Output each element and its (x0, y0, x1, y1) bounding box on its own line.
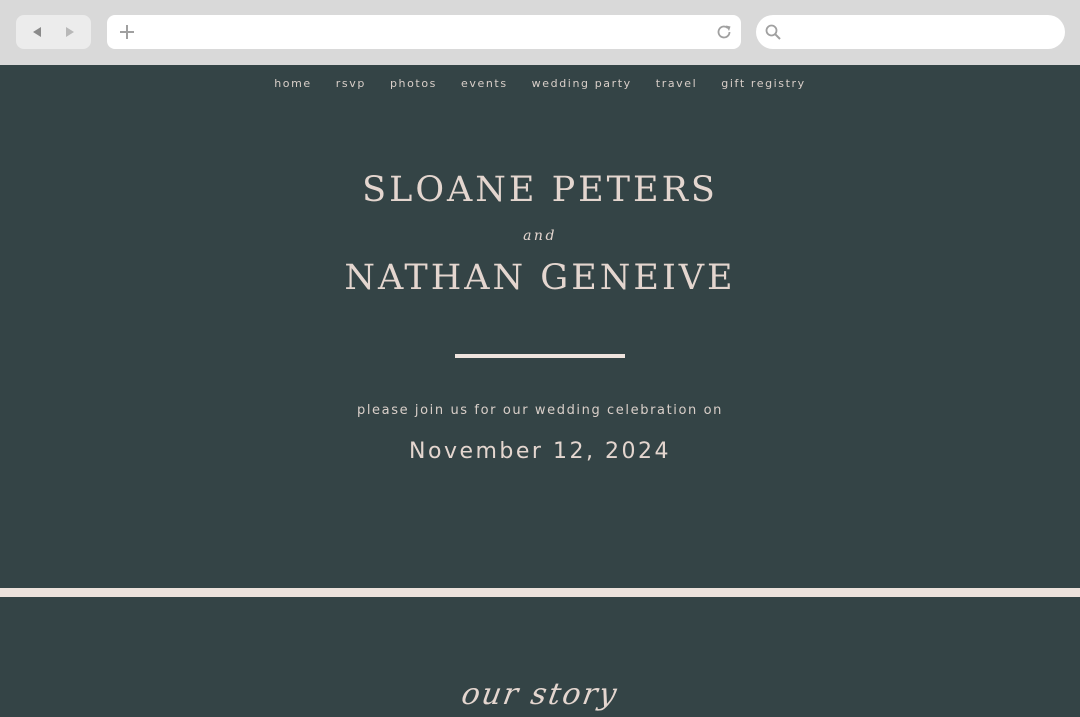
partner-one-name: SLOANE PETERS (362, 170, 718, 210)
reload-icon[interactable] (715, 23, 733, 41)
wedding-date: November 12, 2024 (409, 439, 671, 464)
invitation-text: please join us for our wedding celebrati… (356, 403, 724, 418)
site-navigation: home rsvp photos events wedding party tr… (0, 77, 1080, 90)
section-divider-band (0, 588, 1080, 597)
connector-text: and (523, 228, 557, 244)
nav-link-home[interactable]: home (274, 77, 312, 90)
triangle-left-icon (33, 27, 42, 37)
address-bar[interactable] (107, 15, 741, 49)
triangle-right-icon (65, 27, 74, 37)
nav-link-gift-registry[interactable]: gift registry (721, 77, 806, 90)
search-icon (765, 24, 781, 40)
our-story-heading: our story (458, 677, 622, 712)
browser-toolbar (0, 0, 1080, 65)
nav-link-rsvp[interactable]: rsvp (336, 77, 366, 90)
nav-link-wedding-party[interactable]: wedding party (532, 77, 632, 90)
back-button[interactable] (26, 21, 48, 43)
history-buttons (16, 15, 91, 49)
nav-link-travel[interactable]: travel (656, 77, 698, 90)
partner-two-name: NATHAN GENEIVE (344, 258, 736, 298)
search-field[interactable] (756, 15, 1065, 49)
wedding-website: home rsvp photos events wedding party tr… (0, 65, 1080, 717)
nav-link-events[interactable]: events (461, 77, 508, 90)
nav-link-photos[interactable]: photos (390, 77, 437, 90)
plus-icon[interactable] (117, 22, 137, 42)
forward-button[interactable] (59, 21, 81, 43)
hero-divider (455, 354, 625, 358)
